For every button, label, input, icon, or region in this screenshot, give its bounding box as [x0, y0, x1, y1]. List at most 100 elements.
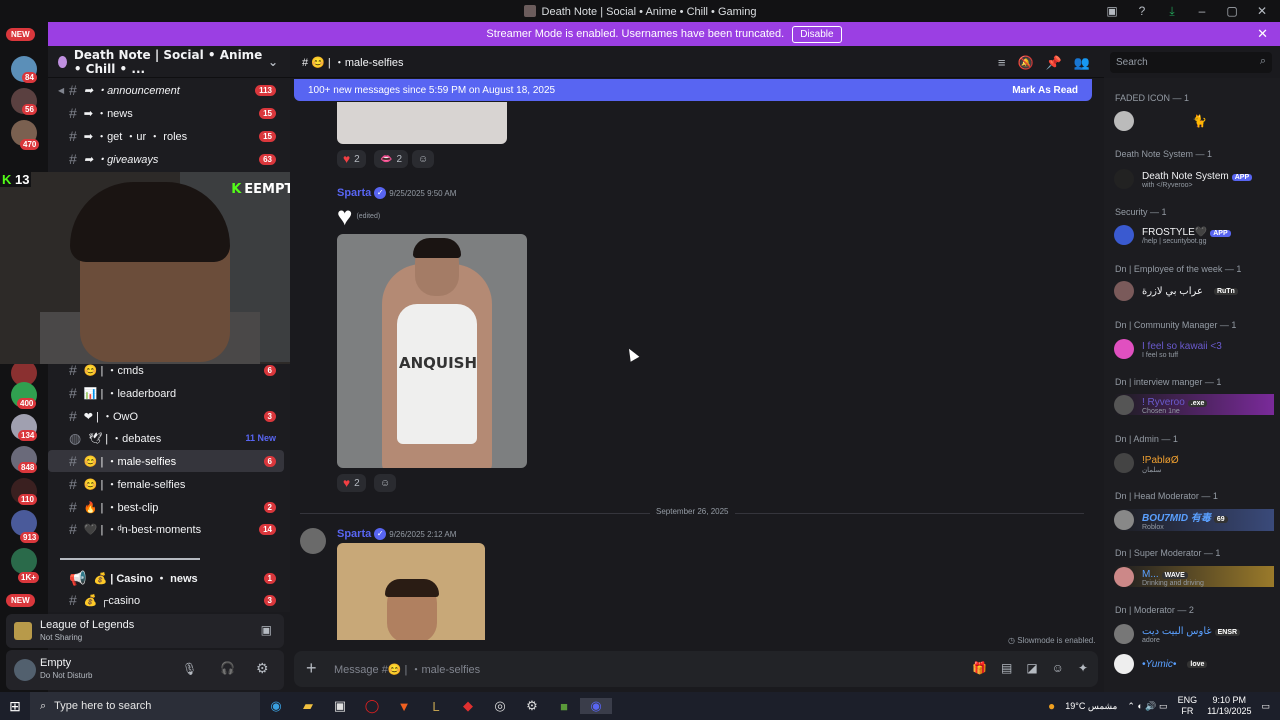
reaction-heart[interactable]: ♥ 2 — [337, 474, 366, 492]
message-image[interactable]: ANQUISH — [337, 234, 527, 468]
opera-icon[interactable]: ◯ — [356, 698, 388, 714]
discord-icon[interactable]: ◉ — [580, 698, 612, 714]
server-badge: 84 — [22, 72, 37, 83]
channel-debates[interactable]: ◍ 🕊 | ・debates 11 New — [48, 427, 284, 449]
clock[interactable]: 9:10 PM 11/19/2025 — [1207, 695, 1251, 717]
riot-icon[interactable]: ◆ — [452, 698, 484, 714]
threads-icon[interactable]: ≡ — [998, 55, 1006, 71]
server-badge: 56 — [22, 104, 37, 115]
member-row[interactable]: غاوس البيت ديت ENSR adore — [1114, 623, 1241, 644]
reaction-count: 2 — [354, 153, 360, 165]
channel-get-roles[interactable]: # ➡ ・get ・ur ・ roles 15 — [48, 125, 284, 147]
settings-icon[interactable]: ⚙ — [516, 698, 548, 714]
minimize-button[interactable]: – — [1194, 4, 1210, 18]
windows-start-icon[interactable]: ⊞ — [0, 698, 30, 715]
file-explorer-icon[interactable]: ▰ — [292, 698, 324, 714]
member-row[interactable]: عراب بي لازرة RuTn — [1114, 281, 1238, 301]
avatar[interactable] — [300, 528, 326, 554]
member-row[interactable]: ! Ryveroo .exe Chosen 1ne — [1114, 394, 1274, 415]
tray-icons[interactable]: ⌃ ◐ 🔊 ▭ — [1127, 701, 1167, 712]
channel-giveaways[interactable]: # ➡ ・giveaways 63 — [48, 148, 284, 170]
language[interactable]: ENG FR — [1178, 695, 1198, 717]
member-row[interactable]: Death Note System APP with </Ryveroo> — [1114, 168, 1253, 189]
member-row[interactable]: I feel so kawaii <3 I feel so tuff — [1114, 338, 1222, 359]
member-row[interactable]: 🐈 — [1114, 111, 1207, 131]
apps-icon[interactable]: ✦ — [1078, 661, 1088, 675]
pin-icon[interactable]: 📌 — [1046, 55, 1062, 71]
channel-best-clip[interactable]: # 🔥 | ・best-clip 2 — [48, 496, 284, 518]
channel-announcement[interactable]: ◀ # ➡ ・announcement 113 — [48, 79, 284, 101]
server-logo-icon — [58, 55, 67, 68]
new-messages-bar[interactable]: 100+ new messages since 5:59 PM on Augus… — [294, 79, 1092, 101]
notification-icon[interactable]: ▭ — [1261, 701, 1270, 712]
channel-best-moments[interactable]: # 🖤 | ・ᵈn-best-moments 14 — [48, 518, 284, 540]
channel-casino-news[interactable]: 📢 💰 | Casino ・ news 1 — [48, 567, 284, 589]
maximize-button[interactable]: ▢ — [1224, 4, 1240, 18]
activity-status: Not Sharing — [40, 633, 83, 642]
channel-female-selfies[interactable]: # 😊 | ・female-selfies — [48, 473, 284, 495]
activity-panel[interactable]: League of Legends Not Sharing ▣ — [6, 614, 284, 648]
username[interactable]: Empty — [40, 657, 71, 669]
settings-gear-icon[interactable]: ⚙ — [256, 660, 269, 677]
edge-icon[interactable]: ◉ — [260, 698, 292, 714]
channel-news[interactable]: # ➡ ・news 15 — [48, 102, 284, 124]
reaction-heart[interactable]: ♥ 2 — [337, 150, 366, 168]
message-input[interactable]: + Message #😊 | ・male-selfies 🎁 ▤ ◪ ☺ ✦ — [294, 651, 1098, 687]
weather-text[interactable]: 19°C مشمس — [1065, 701, 1117, 712]
reaction-lips[interactable]: 👄 2 — [374, 150, 409, 168]
kick-icon: K — [2, 172, 15, 187]
channel-label: 💰 | Casino ・ news — [93, 573, 198, 585]
obs-icon[interactable]: ◎ — [484, 698, 516, 714]
channel-casino[interactable]: # 💰 ┌casino 3 — [48, 589, 284, 611]
minecraft-icon[interactable]: ■ — [548, 699, 580, 714]
message-image[interactable] — [337, 543, 485, 640]
screen-share-icon[interactable]: ▣ — [261, 623, 272, 637]
headphones-icon[interactable]: 🎧 — [220, 661, 235, 675]
member-row[interactable]: M... WAVE Drinking and driving — [1114, 566, 1274, 587]
image-tank-top — [397, 304, 477, 444]
help-icon[interactable]: ? — [1134, 4, 1150, 18]
channel-leaderboard[interactable]: # 📊 | ・leaderboard — [48, 382, 284, 404]
add-reaction-button[interactable]: ☺ — [412, 150, 435, 168]
lips-icon: 👄 — [380, 153, 393, 165]
store-icon[interactable]: ▣ — [324, 698, 356, 714]
members-icon[interactable]: 👥 — [1074, 55, 1090, 71]
brave-icon[interactable]: ▼ — [388, 699, 420, 714]
gift-icon[interactable]: 🎁 — [972, 661, 987, 675]
member-tag: RuTn — [1213, 287, 1238, 295]
channel-owo[interactable]: # ❤ | ・OwO 3 — [48, 405, 284, 427]
server-header[interactable]: Death Note | Social • Anime • Chill • ..… — [48, 46, 290, 78]
message-author[interactable]: Sparta — [337, 187, 371, 199]
avatar[interactable] — [14, 659, 36, 681]
message-timestamp: 9/25/2025 9:50 AM — [389, 188, 457, 198]
member-row[interactable]: BOU7MID 有毒 69 Roblox — [1114, 509, 1274, 531]
gif-icon[interactable]: ▤ — [1001, 661, 1012, 675]
message-image[interactable] — [337, 102, 507, 144]
notifications-icon[interactable]: 🔕 — [1017, 55, 1033, 71]
message-author[interactable]: Sparta — [337, 528, 371, 540]
member-name: •Yumic• — [1142, 658, 1177, 670]
disable-button[interactable]: Disable — [792, 25, 842, 43]
mark-as-read-button[interactable]: Mark As Read — [1012, 85, 1078, 96]
new-badge: NEW — [6, 594, 35, 607]
add-reaction-button[interactable]: ☺ — [374, 474, 397, 492]
close-banner-icon[interactable]: ✕ — [1257, 26, 1268, 42]
inbox-icon[interactable]: ▣ — [1104, 4, 1120, 18]
server-icon[interactable] — [11, 548, 37, 574]
search-input[interactable]: Search ⌕ — [1110, 52, 1272, 73]
close-button[interactable]: ✕ — [1254, 4, 1270, 18]
member-row[interactable]: FROSTYLE🖤 APP/help | securitybot.gg — [1114, 224, 1231, 245]
emoji-picker-icon[interactable]: ☺ — [1052, 661, 1064, 675]
mic-icon[interactable]: 🎙 — [182, 662, 197, 676]
league-icon[interactable]: L — [420, 699, 452, 714]
add-attachment-icon[interactable]: + — [306, 658, 317, 679]
taskbar-search-text: Type here to search — [54, 700, 152, 712]
member-row[interactable]: !PabløØ سلمان — [1114, 452, 1179, 474]
member-status: Roblox — [1142, 524, 1164, 531]
member-row[interactable]: •Yumic• love — [1114, 654, 1208, 674]
avatar — [1114, 394, 1134, 415]
channel-male-selfies[interactable]: # 😊 | ・male-selfies 6 — [48, 450, 284, 472]
download-icon[interactable]: ⤓ — [1164, 4, 1180, 19]
sticker-icon[interactable]: ◪ — [1026, 661, 1037, 675]
taskbar-search[interactable]: ⌕ Type here to search — [30, 692, 260, 720]
